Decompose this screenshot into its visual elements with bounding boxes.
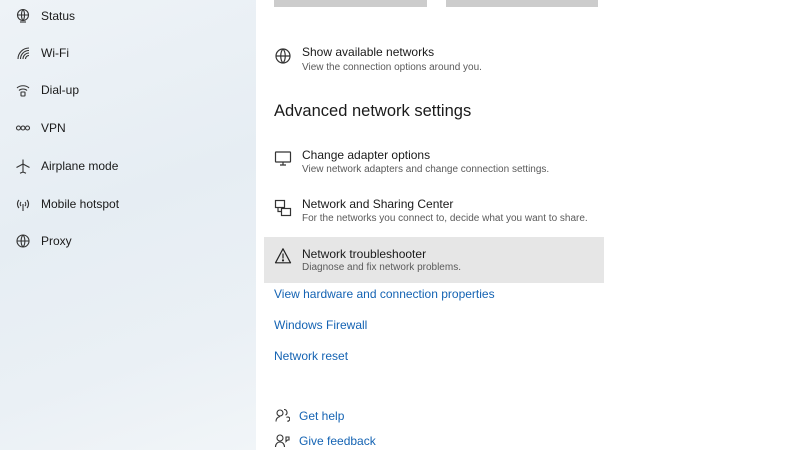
- globe-icon: [15, 233, 31, 249]
- sidebar-item-label: Wi-Fi: [41, 46, 69, 60]
- network-and-sharing-center[interactable]: Network and Sharing Center For the netwo…: [264, 195, 604, 227]
- show-networks-title: Show available networks: [302, 45, 435, 59]
- help-icon: [274, 408, 290, 424]
- network-reset-link[interactable]: Network reset: [274, 349, 348, 363]
- sidebar-item-proxy[interactable]: Proxy: [0, 226, 256, 256]
- sidebar-item-label: Mobile hotspot: [41, 197, 120, 211]
- windows-firewall-link[interactable]: Windows Firewall: [274, 318, 367, 332]
- globe-icon: [274, 47, 292, 65]
- troubleshooter-desc: Diagnose and fix network problems.: [302, 262, 461, 273]
- show-networks-desc: View the connection options around you.: [302, 62, 482, 73]
- troubleshooter-title: Network troubleshooter: [302, 247, 427, 261]
- sidebar-item-label: Status: [41, 9, 76, 23]
- give-feedback-link[interactable]: Give feedback: [274, 432, 414, 452]
- sidebar-item-label: Proxy: [41, 234, 72, 248]
- feedback-icon: [274, 433, 290, 449]
- advanced-network-settings-heading: Advanced network settings: [274, 102, 472, 120]
- adapter-options-title: Change adapter options: [302, 148, 431, 162]
- sidebar-item-dialup[interactable]: Dial-up: [0, 75, 256, 105]
- sidebar-item-status[interactable]: Status: [0, 1, 256, 31]
- sharing-center-desc: For the networks you connect to, decide …: [302, 213, 588, 224]
- sidebar-item-mobile-hotspot[interactable]: Mobile hotspot: [0, 189, 256, 219]
- show-available-networks[interactable]: Show available networks View the connect…: [264, 44, 604, 76]
- wifi-icon: [15, 45, 31, 61]
- adapter-options-desc: View network adapters and change connect…: [302, 164, 550, 175]
- monitor-icon: [274, 150, 292, 168]
- sharing-center-title: Network and Sharing Center: [302, 197, 454, 211]
- status-icon: [15, 8, 31, 24]
- sidebar-item-wifi[interactable]: Wi-Fi: [0, 38, 256, 68]
- give-feedback-label: Give feedback: [299, 434, 376, 448]
- hotspot-icon: [15, 196, 31, 212]
- sidebar-item-label: Dial-up: [41, 83, 80, 97]
- sidebar-item-label: VPN: [41, 121, 66, 135]
- top-button-right[interactable]: [446, 0, 598, 7]
- view-hardware-link[interactable]: View hardware and connection properties: [274, 287, 495, 301]
- get-help-label: Get help: [299, 409, 345, 423]
- get-help-link[interactable]: Get help: [274, 407, 394, 427]
- sidebar-item-vpn[interactable]: VPN: [0, 113, 256, 143]
- sidebar-item-airplane-mode[interactable]: Airplane mode: [0, 151, 256, 181]
- sidebar-item-label: Airplane mode: [41, 159, 119, 173]
- vpn-icon: [15, 120, 31, 136]
- dialup-icon: [15, 82, 31, 98]
- airplane-icon: [15, 158, 31, 174]
- network-sharing-icon: [274, 199, 292, 217]
- network-troubleshooter[interactable]: Network troubleshooter Diagnose and fix …: [264, 237, 604, 283]
- change-adapter-options[interactable]: Change adapter options View network adap…: [264, 146, 604, 178]
- sidebar: Status Wi-Fi Dial-up VPN Airplane mode M…: [0, 0, 256, 450]
- top-button-left[interactable]: [274, 0, 427, 7]
- warning-icon: [274, 247, 292, 265]
